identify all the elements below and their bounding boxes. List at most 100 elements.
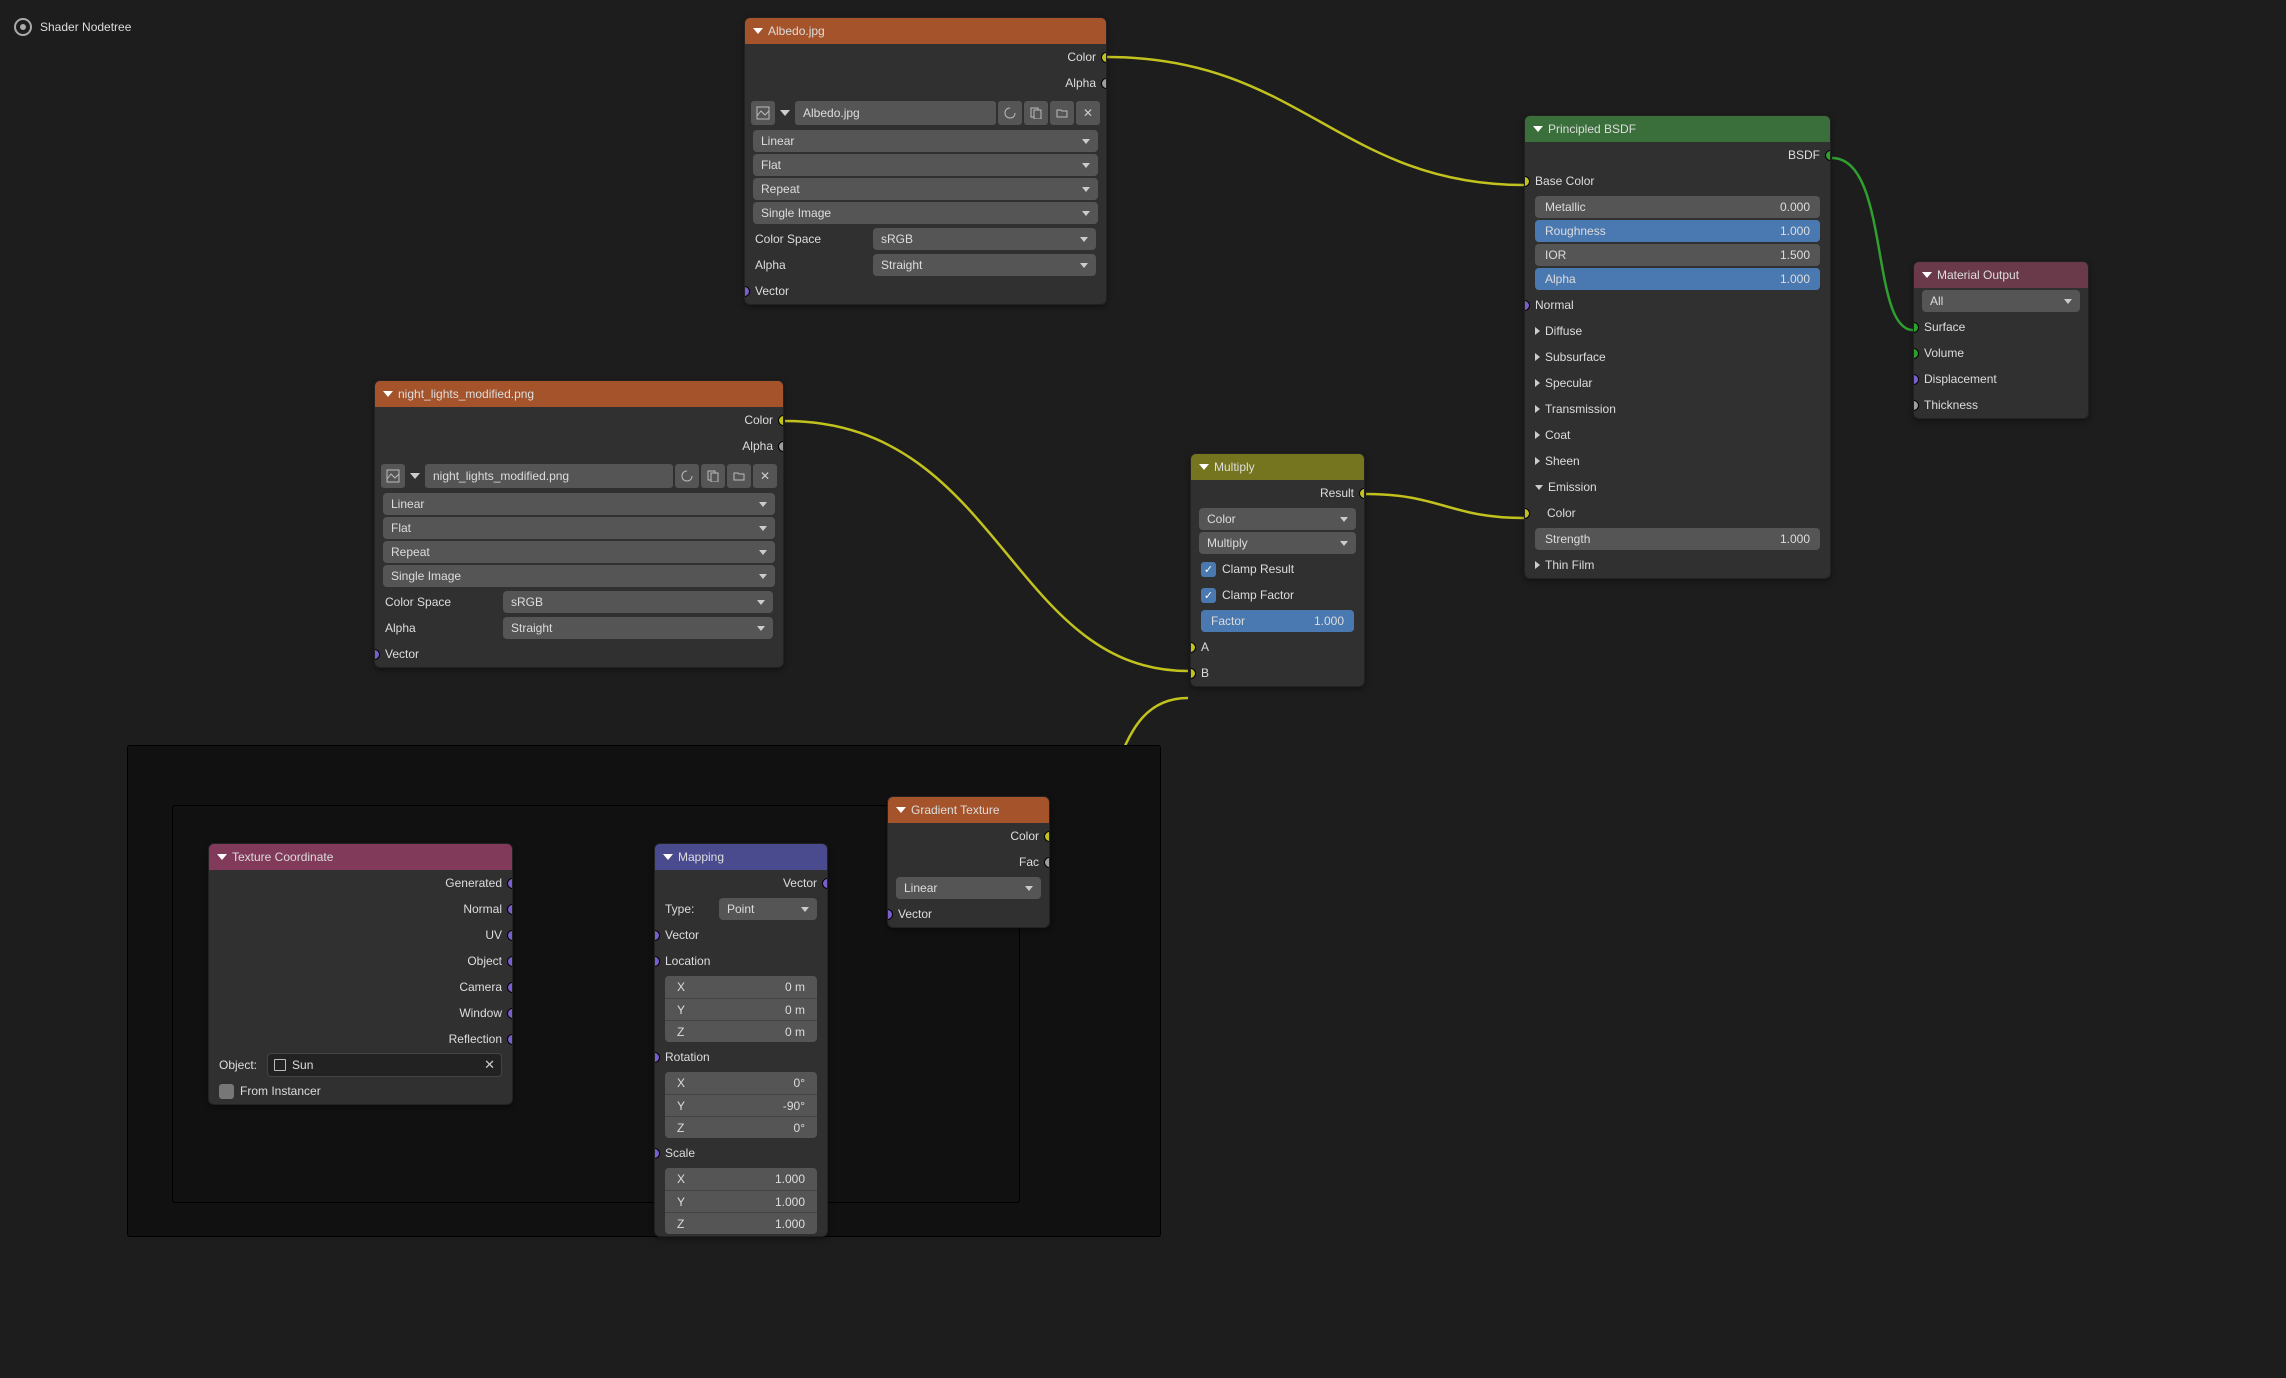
socket-dot[interactable] [1913, 374, 1919, 385]
output-window[interactable]: Window [209, 1000, 512, 1026]
node-material-output[interactable]: Material Output All SurfaceVolumeDisplac… [1913, 261, 2089, 419]
socket-dot[interactable] [1044, 857, 1050, 868]
data-type-dropdown[interactable]: Color [1199, 508, 1356, 530]
node-header[interactable]: Mapping [655, 844, 827, 870]
socket-dot[interactable] [1101, 52, 1107, 63]
object-field[interactable]: Sun✕ [267, 1053, 502, 1077]
input-a[interactable]: A [1191, 634, 1364, 660]
color-space-dropdown[interactable]: sRGB [873, 228, 1096, 250]
open-image-icon[interactable] [727, 464, 751, 488]
input-thickness[interactable]: Thickness [1914, 392, 2088, 418]
socket-dot[interactable] [654, 1148, 660, 1159]
group-specular[interactable]: Specular [1525, 370, 1830, 396]
output-object[interactable]: Object [209, 948, 512, 974]
output-alpha[interactable]: Alpha [745, 70, 1106, 96]
clamp-result-checkbox[interactable]: Clamp Result [1191, 556, 1364, 582]
socket-dot[interactable] [507, 956, 513, 967]
socket-dot[interactable] [507, 1008, 513, 1019]
fake-user-icon[interactable] [998, 101, 1022, 125]
wire[interactable] [1832, 158, 1913, 330]
wire[interactable] [785, 421, 1188, 671]
unlink-image-icon[interactable]: ✕ [1076, 101, 1100, 125]
socket-dot[interactable] [654, 956, 660, 967]
output-color[interactable]: Color [375, 407, 783, 433]
input-vector[interactable]: Vector [745, 278, 1106, 304]
socket-dot[interactable] [887, 909, 893, 920]
new-image-icon[interactable] [701, 464, 725, 488]
clamp-factor-checkbox[interactable]: Clamp Factor [1191, 582, 1364, 608]
socket-dot[interactable] [1524, 176, 1530, 187]
projection-dropdown[interactable]: Flat [383, 517, 775, 539]
image-browse-icon[interactable] [751, 101, 775, 125]
node-header[interactable]: Material Output [1914, 262, 2088, 288]
output-camera[interactable]: Camera [209, 974, 512, 1000]
socket-dot[interactable] [778, 415, 784, 426]
socket-dot[interactable] [654, 1052, 660, 1063]
socket-dot[interactable] [1913, 322, 1919, 333]
image-selector[interactable]: night_lights_modified.png ✕ [381, 462, 777, 490]
wire[interactable] [1107, 57, 1524, 185]
input-displacement[interactable]: Displacement [1914, 366, 2088, 392]
socket-dot[interactable] [507, 1034, 513, 1045]
vector-component[interactable]: Y0 m [665, 998, 817, 1020]
interpolation-dropdown[interactable]: Linear [753, 130, 1098, 152]
socket-dot[interactable] [1359, 488, 1365, 499]
node-header[interactable]: Principled BSDF [1525, 116, 1830, 142]
input-vector[interactable]: Vector [375, 641, 783, 667]
alpha-mode-dropdown[interactable]: Straight [503, 617, 773, 639]
metallic-slider[interactable]: Metallic0.000 [1535, 196, 1820, 218]
vector-component[interactable]: Z1.000 [665, 1212, 817, 1234]
source-dropdown[interactable]: Single Image [753, 202, 1098, 224]
socket-dot[interactable] [507, 930, 513, 941]
vector-component[interactable]: Y1.000 [665, 1190, 817, 1212]
vector-component[interactable]: X0 m [665, 976, 817, 998]
output-bsdf[interactable]: BSDF [1525, 142, 1830, 168]
group-subsurface[interactable]: Subsurface [1525, 344, 1830, 370]
extension-dropdown[interactable]: Repeat [383, 541, 775, 563]
roughness-slider[interactable]: Roughness1.000 [1535, 220, 1820, 242]
source-dropdown[interactable]: Single Image [383, 565, 775, 587]
open-image-icon[interactable] [1050, 101, 1074, 125]
alpha-mode-dropdown[interactable]: Straight [873, 254, 1096, 276]
node-multiply[interactable]: Multiply Result Color Multiply Clamp Res… [1190, 453, 1365, 687]
group-diffuse[interactable]: Diffuse [1525, 318, 1830, 344]
socket-dot[interactable] [1913, 400, 1919, 411]
input-volume[interactable]: Volume [1914, 340, 2088, 366]
target-dropdown[interactable]: All [1922, 290, 2080, 312]
interpolation-dropdown[interactable]: Linear [383, 493, 775, 515]
output-reflection[interactable]: Reflection [209, 1026, 512, 1052]
output-color[interactable]: Color [745, 44, 1106, 70]
input-rotation[interactable]: Rotation [655, 1044, 827, 1070]
node-night-image[interactable]: night_lights_modified.png Color Alpha ni… [374, 380, 784, 668]
unlink-image-icon[interactable]: ✕ [753, 464, 777, 488]
socket-dot[interactable] [1524, 508, 1530, 519]
color-space-dropdown[interactable]: sRGB [503, 591, 773, 613]
input-normal[interactable]: Normal [1525, 292, 1830, 318]
vector-component[interactable]: Y-90° [665, 1094, 817, 1116]
socket-dot[interactable] [507, 982, 513, 993]
node-header[interactable]: night_lights_modified.png [375, 381, 783, 407]
chevron-down-icon[interactable] [777, 101, 793, 125]
node-texture-coordinate[interactable]: Texture Coordinate GeneratedNormalUVObje… [208, 843, 513, 1105]
input-base-color[interactable]: Base Color [1525, 168, 1830, 194]
output-result[interactable]: Result [1191, 480, 1364, 506]
socket-dot[interactable] [1101, 78, 1107, 89]
type-dropdown[interactable]: Point [719, 898, 817, 920]
output-fac[interactable]: Fac [888, 849, 1049, 875]
input-location[interactable]: Location [655, 948, 827, 974]
socket-dot[interactable] [507, 904, 513, 915]
socket-dot[interactable] [1190, 668, 1196, 679]
node-header[interactable]: Multiply [1191, 454, 1364, 480]
socket-dot[interactable] [374, 649, 380, 660]
emission-strength-slider[interactable]: Strength1.000 [1535, 528, 1820, 550]
vector-component[interactable]: Z0° [665, 1116, 817, 1138]
image-browse-icon[interactable] [381, 464, 405, 488]
fake-user-icon[interactable] [675, 464, 699, 488]
socket-dot[interactable] [507, 878, 513, 889]
new-image-icon[interactable] [1024, 101, 1048, 125]
socket-dot[interactable] [1524, 300, 1530, 311]
input-scale[interactable]: Scale [655, 1140, 827, 1166]
blend-mode-dropdown[interactable]: Multiply [1199, 532, 1356, 554]
image-selector[interactable]: Albedo.jpg ✕ [751, 99, 1100, 127]
output-vector[interactable]: Vector [655, 870, 827, 896]
